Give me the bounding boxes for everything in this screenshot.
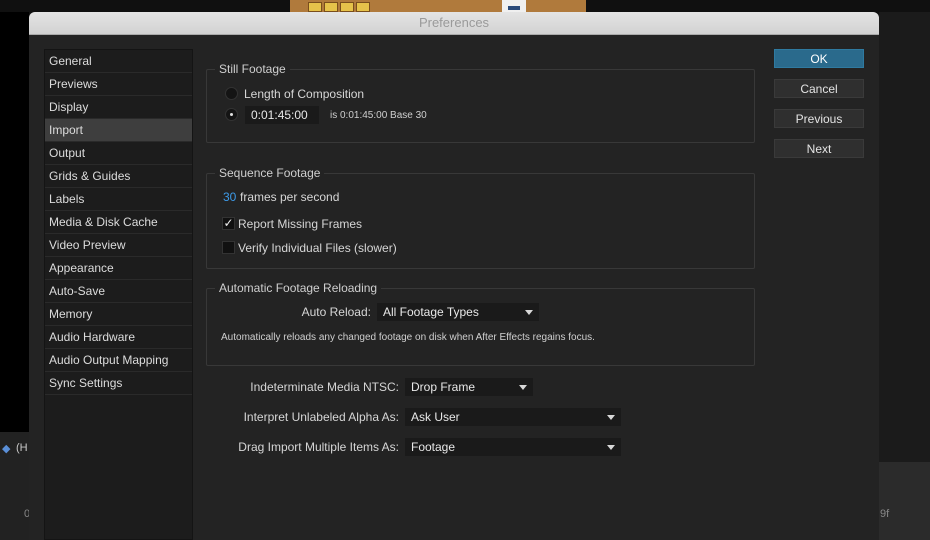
sidebar-item-display[interactable]: Display bbox=[45, 96, 192, 119]
drag-import-label: Drag Import Multiple Items As: bbox=[238, 440, 399, 454]
sidebar-item-sync-settings[interactable]: Sync Settings bbox=[45, 372, 192, 395]
background-label: (H bbox=[16, 442, 28, 454]
auto-reload-value: All Footage Types bbox=[383, 305, 479, 319]
alpha-value: Ask User bbox=[411, 410, 460, 424]
ok-button[interactable]: OK bbox=[774, 49, 864, 68]
drag-import-dropdown[interactable]: Footage bbox=[405, 438, 621, 456]
background-left-panel bbox=[0, 12, 29, 432]
preferences-dialog: Preferences General Previews Display Imp… bbox=[29, 12, 879, 540]
sequence-footage-group: Sequence Footage 30 frames per second ✓ … bbox=[206, 166, 755, 269]
sidebar-item-audio-hardware[interactable]: Audio Hardware bbox=[45, 326, 192, 349]
auto-reload-title: Automatic Footage Reloading bbox=[215, 281, 382, 295]
report-missing-frames-label: Report Missing Frames bbox=[238, 217, 363, 231]
ntsc-dropdown[interactable]: Drop Frame bbox=[405, 378, 533, 396]
background-icon: ◆ bbox=[2, 443, 11, 455]
chevron-down-icon bbox=[607, 445, 615, 450]
report-missing-frames-checkbox[interactable]: ✓ bbox=[222, 217, 235, 230]
auto-reload-label: Auto Reload: bbox=[301, 305, 371, 319]
still-footage-group: Still Footage Length of Composition 0:01… bbox=[206, 62, 755, 143]
sidebar-item-grids-guides[interactable]: Grids & Guides bbox=[45, 165, 192, 188]
sidebar-item-import[interactable]: Import bbox=[45, 119, 192, 142]
duration-radio[interactable] bbox=[225, 108, 238, 121]
sidebar-item-memory[interactable]: Memory bbox=[45, 303, 192, 326]
fps-value[interactable]: 30 bbox=[223, 190, 236, 204]
background-right-panel bbox=[879, 12, 930, 462]
auto-reload-group: Automatic Footage Reloading Auto Reload:… bbox=[206, 281, 755, 366]
background-ruler-label: 9f bbox=[880, 508, 890, 520]
verify-files-label: Verify Individual Files (slower) bbox=[238, 241, 397, 255]
sidebar-item-auto-save[interactable]: Auto-Save bbox=[45, 280, 192, 303]
alpha-dropdown[interactable]: Ask User bbox=[405, 408, 621, 426]
auto-reload-description: Automatically reloads any changed footag… bbox=[221, 332, 595, 343]
sidebar-item-previews[interactable]: Previews bbox=[45, 73, 192, 96]
sidebar-item-media-disk-cache[interactable]: Media & Disk Cache bbox=[45, 211, 192, 234]
sidebar-item-general[interactable]: General bbox=[45, 50, 192, 73]
dialog-title: Preferences bbox=[29, 12, 879, 35]
auto-reload-dropdown[interactable]: All Footage Types bbox=[377, 303, 539, 321]
length-of-composition-radio[interactable] bbox=[225, 87, 238, 100]
verify-files-checkbox[interactable] bbox=[222, 241, 235, 254]
background-timeline-right bbox=[879, 462, 930, 540]
next-button[interactable]: Next bbox=[774, 139, 864, 158]
length-of-composition-label: Length of Composition bbox=[244, 87, 365, 101]
alpha-label: Interpret Unlabeled Alpha As: bbox=[243, 410, 399, 424]
still-footage-title: Still Footage bbox=[215, 62, 290, 76]
sidebar-item-appearance[interactable]: Appearance bbox=[45, 257, 192, 280]
duration-input[interactable]: 0:01:45:00 bbox=[245, 106, 319, 124]
chevron-down-icon bbox=[519, 385, 527, 390]
sidebar-item-audio-output-mapping[interactable]: Audio Output Mapping bbox=[45, 349, 192, 372]
sequence-footage-title: Sequence Footage bbox=[215, 166, 325, 180]
drag-import-value: Footage bbox=[411, 440, 456, 454]
sidebar-item-video-preview[interactable]: Video Preview bbox=[45, 234, 192, 257]
background-artwork bbox=[290, 0, 586, 12]
cancel-button[interactable]: Cancel bbox=[774, 79, 864, 98]
sidebar-item-labels[interactable]: Labels bbox=[45, 188, 192, 211]
preferences-sidebar: General Previews Display Import Output G… bbox=[44, 49, 193, 540]
fps-label: frames per second bbox=[240, 190, 340, 204]
duration-info: is 0:01:45:00 Base 30 bbox=[330, 110, 427, 121]
ntsc-label: Indeterminate Media NTSC: bbox=[250, 380, 399, 394]
chevron-down-icon bbox=[607, 415, 615, 420]
sidebar-item-output[interactable]: Output bbox=[45, 142, 192, 165]
import-settings-panel: Still Footage Length of Composition 0:01… bbox=[203, 49, 763, 529]
chevron-down-icon bbox=[525, 310, 533, 315]
previous-button[interactable]: Previous bbox=[774, 109, 864, 128]
ntsc-value: Drop Frame bbox=[411, 380, 476, 394]
